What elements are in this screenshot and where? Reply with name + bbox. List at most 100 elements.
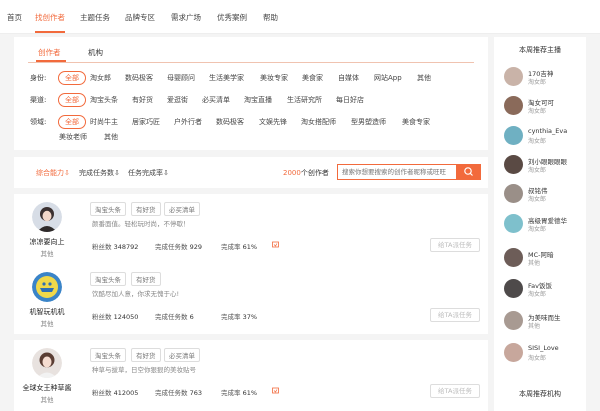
recommended-creator[interactable]: Fav饭饭 淘女郎 <box>504 278 584 300</box>
filter-option[interactable]: 时尚牛主 <box>90 117 118 127</box>
filter-option[interactable]: 美食家 <box>302 73 323 83</box>
nav-brand-zone[interactable]: 品牌专区 <box>125 12 155 23</box>
avatar[interactable] <box>32 272 62 302</box>
filter-panel: 创作者 机构 身份: 全部 淘女郎 数码极客 母婴顾问 生活美学家 美妆专家 美… <box>14 37 488 150</box>
tab-agencies[interactable]: 机构 <box>88 47 103 58</box>
nav-home[interactable]: 首页 <box>7 12 22 23</box>
creator-count-suffix: 个创作者 <box>300 169 329 177</box>
channel-tag: 有好货 <box>131 272 161 286</box>
recommended-creator[interactable]: 高级胃爱德华 淘女郎 <box>504 213 584 235</box>
filter-label: 渠道: <box>30 96 47 104</box>
filter-option[interactable]: 全部 <box>58 93 86 107</box>
rate-stat: 完成率 61% <box>221 241 257 251</box>
tasks-label: 完成任务数 <box>155 389 188 397</box>
filter-option[interactable]: 美妆老师 <box>59 132 87 142</box>
tab-active-indicator <box>36 60 66 62</box>
avatar <box>504 311 523 330</box>
creator-description: 饮酷尽加人意，你求无愧于心! <box>92 290 180 298</box>
nav-theme-tasks[interactable]: 主题任务 <box>80 12 110 23</box>
creator-count: 2000个创作者 <box>283 168 329 178</box>
avatar <box>504 248 523 267</box>
avatar[interactable] <box>32 202 62 232</box>
nav-demand-plaza[interactable]: 需求广场 <box>171 12 201 23</box>
rate-stat: 完成率 61% <box>221 387 257 397</box>
sort-task-count[interactable]: 完成任务数⇩ <box>79 168 120 178</box>
avatar <box>504 96 523 115</box>
filter-option[interactable]: 其他 <box>104 132 118 142</box>
sidebar-agency-title: 本周推荐机构 <box>519 390 561 398</box>
filter-option[interactable]: 生活美学家 <box>209 73 244 83</box>
assign-task-button[interactable]: 给TA派任务 <box>430 384 480 398</box>
recommended-type: 淘女郎 <box>528 355 547 362</box>
rate-value: 61% <box>242 243 258 251</box>
nav-find-creators[interactable]: 找创作者 <box>35 12 65 23</box>
filter-option[interactable]: 文娱先锋 <box>259 117 287 127</box>
creator-type: 其他 <box>40 320 54 328</box>
recommended-creator[interactable]: 刘小眼眼眼眼 淘女郎 <box>504 154 584 176</box>
nav-cases[interactable]: 优秀案例 <box>217 12 247 23</box>
tasks-stat: 完成任务数 929 <box>155 241 202 251</box>
filter-option[interactable]: 居家巧匠 <box>132 117 160 127</box>
creator-name[interactable]: 机智玩机机 <box>14 307 80 317</box>
recommended-type: 淘女郎 <box>528 226 547 233</box>
recommend-sidebar: 本周推荐主播 170吉神 淘女郎 淘女可可 淘女郎 cynthia_Eva 淘女… <box>494 37 586 411</box>
sort-overall[interactable]: 综合能力⇩ <box>36 168 70 178</box>
channel-tag: 有好货 <box>131 202 161 216</box>
search-button[interactable] <box>457 164 481 180</box>
filter-option[interactable]: 型男塑造师 <box>351 117 386 127</box>
channel-tag: 必买清单 <box>164 202 200 216</box>
recommended-name: cynthia_Eva <box>528 127 568 135</box>
filter-option[interactable]: 全部 <box>58 71 86 85</box>
recommended-creator[interactable]: 170吉神 淘女郎 <box>504 66 584 88</box>
creator-name[interactable]: 全球女王种草酱 <box>14 383 80 393</box>
assign-task-button[interactable]: 给TA派任务 <box>430 238 480 252</box>
filter-option[interactable]: 生活研究所 <box>287 95 322 105</box>
filter-option[interactable]: 淘宝头条 <box>90 95 118 105</box>
recommended-type: 淘女郎 <box>528 291 547 298</box>
filter-option[interactable]: 必买清单 <box>202 95 230 105</box>
creator-card: 凉凉要向上 其他 淘宝头条 有好货 必买清单 颜番面值。轻松玩时尚，不停歇！ 粉… <box>14 194 488 264</box>
recommended-type: 淘女郎 <box>528 138 547 145</box>
recommended-creator[interactable]: cynthia_Eva 淘女郎 <box>504 125 584 147</box>
sort-completion-rate[interactable]: 任务完成率⇩ <box>128 168 169 178</box>
search-icon <box>464 167 473 176</box>
filter-option[interactable]: 其他 <box>417 73 431 83</box>
top-nav: 首页 找创作者 主题任务 品牌专区 需求广场 优秀案例 帮助 <box>0 0 600 34</box>
filter-option[interactable]: 数码极客 <box>216 117 244 127</box>
filter-option[interactable]: 户外行者 <box>174 117 202 127</box>
channel-tag: 有好货 <box>131 348 161 362</box>
recommended-creator[interactable]: MC-阿暗 其他 <box>504 247 584 269</box>
tasks-value: 929 <box>189 243 202 251</box>
filter-option[interactable]: 美妆专家 <box>260 73 288 83</box>
filter-option[interactable]: 自媒体 <box>338 73 359 83</box>
creator-count-number: 2000 <box>283 169 301 177</box>
filter-option[interactable]: 每日好店 <box>336 95 364 105</box>
filter-option[interactable]: 有好货 <box>132 95 153 105</box>
tasks-stat: 完成任务数 6 <box>155 311 194 321</box>
recommended-creator[interactable]: 淘女可可 淘女郎 <box>504 95 584 117</box>
recommended-type: 其他 <box>528 323 541 330</box>
creator-search-input[interactable] <box>337 164 457 180</box>
filter-option[interactable]: 淘女郎 <box>90 73 111 83</box>
filter-option[interactable]: 美食专家 <box>402 117 430 127</box>
tasks-stat: 完成任务数 763 <box>155 387 202 397</box>
nav-help[interactable]: 帮助 <box>263 12 278 23</box>
recommended-creator[interactable]: SISI_Love 淘女郎 <box>504 342 584 364</box>
filter-option[interactable]: 淘宝直播 <box>244 95 272 105</box>
filter-option[interactable]: 淘女搭配师 <box>301 117 336 127</box>
filter-option[interactable]: 全部 <box>58 115 86 129</box>
avatar[interactable] <box>32 348 62 378</box>
creator-name[interactable]: 凉凉要向上 <box>14 237 80 247</box>
filter-option[interactable]: 数码极客 <box>125 73 153 83</box>
recommended-creator[interactable]: 叔铭伟 淘女郎 <box>504 183 584 205</box>
filter-option[interactable]: 爱逛街 <box>167 95 188 105</box>
tab-creators[interactable]: 创作者 <box>38 47 61 58</box>
recommended-type: 其他 <box>528 260 541 267</box>
rate-label: 完成率 <box>221 243 241 251</box>
rate-label: 完成率 <box>221 313 241 321</box>
filter-option[interactable]: 网站App <box>374 73 402 83</box>
filter-option[interactable]: 母婴顾问 <box>167 73 195 83</box>
assign-task-button[interactable]: 给TA派任务 <box>430 308 480 322</box>
recommended-creator[interactable]: 为美味而生 其他 <box>504 310 584 332</box>
avatar <box>504 67 523 86</box>
